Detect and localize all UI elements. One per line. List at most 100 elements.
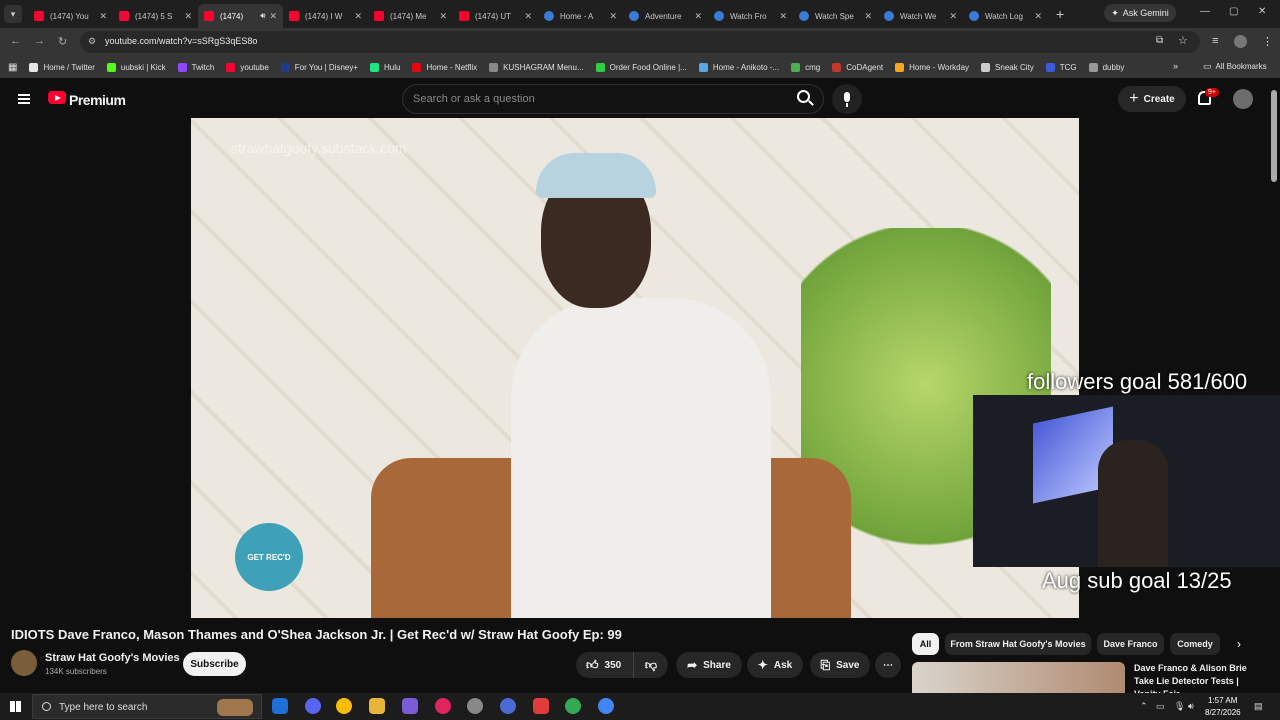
bookmark-item[interactable]: youtube [226,62,269,72]
bookmark-item[interactable]: cmg [791,62,820,72]
discord-icon[interactable] [305,698,321,714]
install-app-icon[interactable]: ⧉ [1156,35,1163,46]
adobe-icon[interactable] [533,698,549,714]
tab-close-icon[interactable]: ✕ [949,11,957,22]
bookmark-item[interactable]: TCG [1045,62,1077,72]
channel-name[interactable]: Straw Hat Goofy's Movies [45,652,180,664]
maximize-icon[interactable]: ▢ [1229,6,1238,17]
share-button[interactable]: ➦ Share [676,652,742,678]
taskbar-app-icon[interactable] [272,698,288,714]
menu-icon[interactable]: ⋮ [1262,35,1273,48]
chevron-right-icon[interactable]: › [1237,637,1241,651]
site-info-icon[interactable]: ⚙ [88,36,96,47]
chrome-icon[interactable] [336,698,352,714]
chip-dave-franco[interactable]: Dave Franco [1097,633,1164,655]
tab-close-icon[interactable]: ✕ [524,11,532,22]
like-button[interactable]: 👍︎ 350 [576,652,634,678]
clock-time[interactable]: 1:57 AM [1208,696,1237,705]
bookmark-item[interactable]: uubski | Kick [106,62,166,72]
bookmark-item[interactable]: Hulu [370,62,400,72]
account-avatar[interactable] [1233,89,1253,109]
back-icon[interactable]: ← [10,35,21,47]
save-button[interactable]: ⎘ Save [810,652,870,678]
microphone-tray-icon[interactable]: 🎙︎ [1174,701,1185,712]
chip-from-channel[interactable]: From Straw Hat Goofy's Movies [945,633,1091,655]
bookmark-item[interactable]: Home - Netflix [412,62,477,72]
tab-close-icon[interactable]: ✕ [99,11,107,22]
tab-search-button[interactable]: ▾ [4,5,22,23]
more-bookmarks-icon[interactable]: » [1173,61,1178,71]
browser-tab[interactable]: Home - A ✕ [538,4,623,28]
tab-close-icon[interactable]: ✕ [354,11,362,22]
steam-icon[interactable] [500,698,516,714]
chrome-profile-icon[interactable] [565,698,581,714]
reading-list-icon[interactable]: ≡ [1212,35,1218,47]
voice-search-icon[interactable] [832,84,862,114]
profile-avatar[interactable] [1234,35,1247,48]
bookmark-item[interactable]: KUSHAGRAM Menu... [489,62,584,72]
tab-audio-icon[interactable]: 🔊︎ [260,11,265,21]
volume-icon[interactable]: 🔊︎ [1188,701,1194,712]
browser-tab[interactable]: (1474) 5 S ✕ [113,4,198,28]
video-player[interactable]: strawhatgoofy.substack.com GET REC'D [191,118,1079,618]
bookmark-item[interactable]: Sneak City [981,62,1034,72]
bookmark-item[interactable]: Twitch [177,62,214,72]
browser-tab[interactable]: (1474) Me ✕ [368,4,453,28]
file-explorer-icon[interactable] [369,698,385,714]
browser-tab[interactable]: (1474) I W ✕ [283,4,368,28]
taskbar-search[interactable]: Type here to search [32,694,262,719]
tab-close-icon[interactable]: ✕ [864,11,872,22]
close-window-icon[interactable]: ✕ [1258,6,1266,17]
ask-gemini-button[interactable]: ✦ Ask Gemini [1104,4,1176,22]
tab-close-icon[interactable]: ✕ [1034,11,1042,22]
chip-all[interactable]: All [912,633,939,655]
more-actions-icon[interactable]: ⋯ [875,652,901,678]
browser-tab[interactable]: Adventure ✕ [623,4,708,28]
clock-date[interactable]: 8/27/2026 [1205,708,1241,717]
search-input[interactable] [413,91,773,107]
bookmark-item[interactable]: Home / Twitter [29,62,95,72]
dislike-button[interactable]: 👎︎ [634,652,668,678]
reload-icon[interactable]: ↻ [58,35,67,48]
tab-close-icon[interactable]: ✕ [439,11,447,22]
channel-avatar[interactable] [11,650,37,676]
browser-tab[interactable]: Watch Spe ✕ [793,4,878,28]
page-scrollbar[interactable] [1271,90,1277,182]
tab-close-icon[interactable]: ✕ [694,11,702,22]
create-button[interactable]: + Create [1118,86,1186,112]
forward-icon[interactable]: → [34,35,45,47]
recommended-title[interactable]: Dave Franco & Alison Brie Take Lie Detec… [1134,662,1254,693]
address-bar[interactable]: ⚙ youtube.com/watch?v=sSRgS3qES8o ⧉ ☆ [80,31,1200,53]
bookmark-item[interactable]: Order Food Online |... [595,62,687,72]
bookmark-item[interactable]: Home - Anikoto -... [698,62,779,72]
all-bookmarks-folder[interactable]: ▭ All Bookmarks [1203,61,1267,72]
bookmark-item[interactable]: dubby [1088,62,1124,72]
bookmark-star-icon[interactable]: ☆ [1178,34,1188,47]
browser-tab[interactable]: (1474) 🔊︎ ✕ [198,4,283,28]
minimize-icon[interactable]: — [1200,6,1210,17]
browser-tab[interactable]: (1474) UT ✕ [453,4,538,28]
browser-tab[interactable]: Watch We ✕ [878,4,963,28]
ask-button[interactable]: ✦ Ask [747,652,803,678]
browser-tab[interactable]: Watch Fro ✕ [708,4,793,28]
tray-overflow-icon[interactable]: ⌃ [1140,701,1148,712]
tab-close-icon[interactable]: ✕ [779,11,787,22]
recommended-thumbnail[interactable] [912,662,1125,693]
tab-close-icon[interactable]: ✕ [609,11,617,22]
search-icon[interactable] [797,90,810,103]
youtube-premium-brand[interactable]: Premium [69,92,126,108]
bookmark-item[interactable]: For You | Disney+ [280,62,358,72]
bookmark-item[interactable]: Home - Workday [895,62,969,72]
obs-icon[interactable] [467,698,483,714]
search-box[interactable] [402,84,824,114]
game-controller-icon[interactable] [402,698,418,714]
network-icon[interactable]: ▭ [1156,701,1165,712]
new-tab-button[interactable]: + [1056,6,1064,22]
apps-grid-icon[interactable]: ▦ [8,62,17,73]
tab-close-icon[interactable]: ✕ [269,11,277,22]
chip-comedy[interactable]: Comedy [1170,633,1220,655]
media-player-icon[interactable] [435,698,451,714]
browser-tab[interactable]: (1474) You ✕ [28,4,113,28]
bookmark-item[interactable]: CoDAgent [832,62,883,72]
windows-start-icon[interactable] [10,701,21,712]
